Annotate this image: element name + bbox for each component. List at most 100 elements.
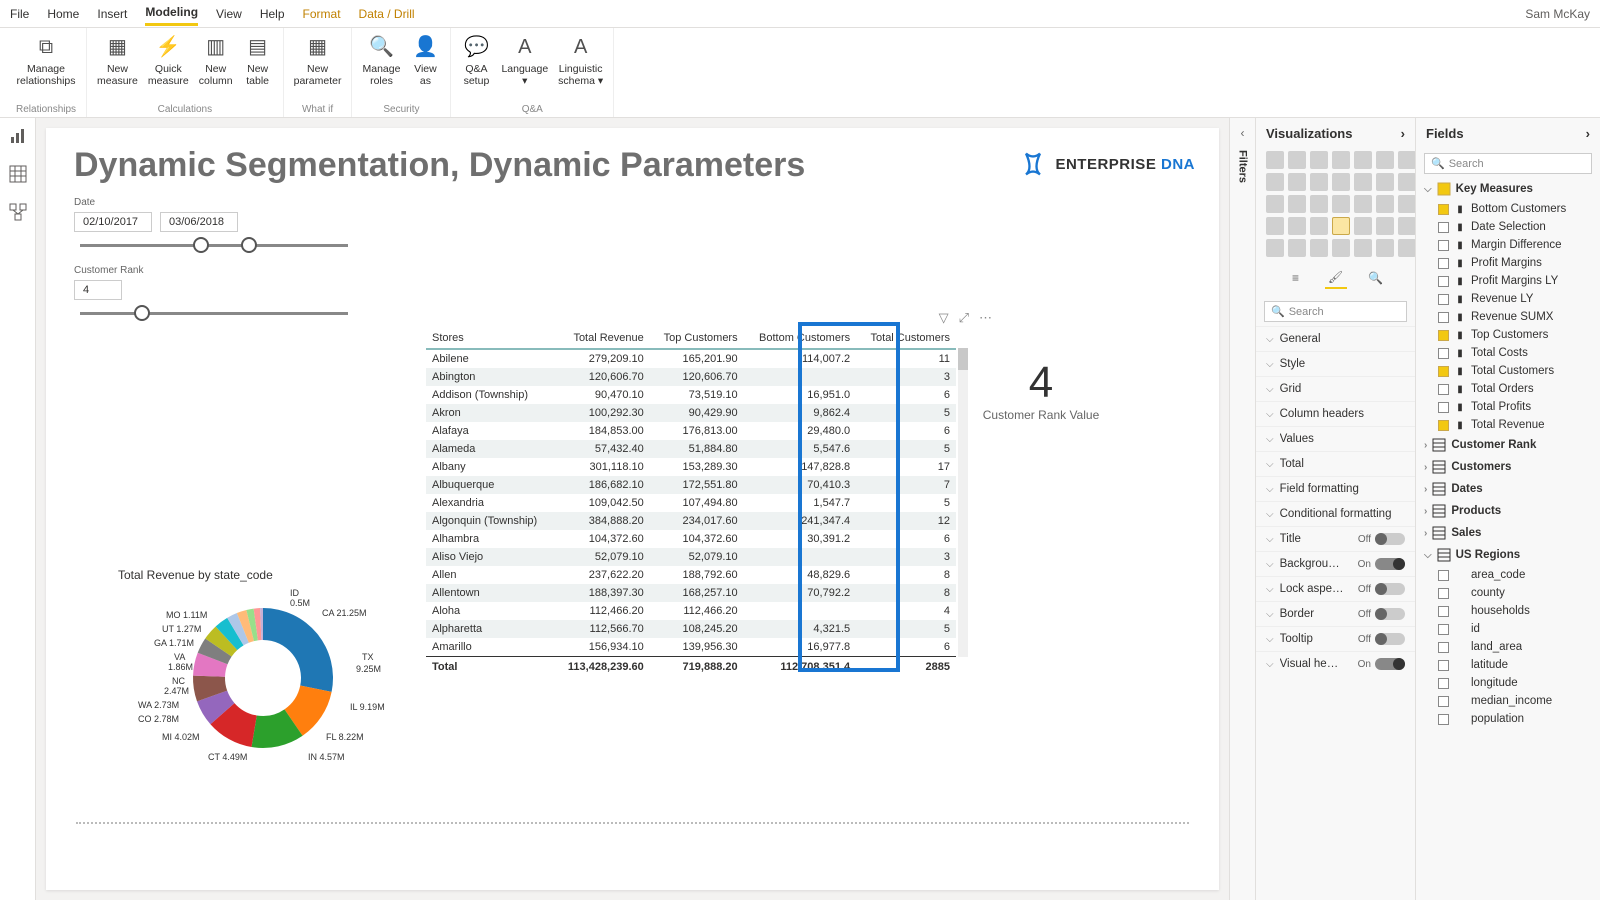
- field-checkbox[interactable]: [1438, 204, 1449, 215]
- field-total-costs[interactable]: ▮Total Costs: [1416, 344, 1600, 362]
- model-view-icon[interactable]: [8, 202, 28, 222]
- field-checkbox[interactable]: [1438, 222, 1449, 233]
- rank-range-track[interactable]: [80, 312, 348, 315]
- table-row[interactable]: Abilene279,209.10165,201.90114,007.211: [426, 349, 956, 368]
- table-scrollbar-thumb[interactable]: [958, 348, 968, 370]
- ribbon-manage[interactable]: ⧉Managerelationships: [17, 32, 76, 87]
- table-row[interactable]: Alexandria109,042.50107,494.801,547.75: [426, 494, 956, 512]
- field-checkbox[interactable]: [1438, 714, 1449, 725]
- field-total-orders[interactable]: ▮Total Orders: [1416, 380, 1600, 398]
- toggle-switch[interactable]: [1375, 658, 1405, 670]
- viz-type-16[interactable]: [1310, 195, 1328, 213]
- viz-type-20[interactable]: [1398, 195, 1416, 213]
- field-id[interactable]: id: [1416, 620, 1600, 638]
- ribbon-new[interactable]: ▤Newtable: [243, 32, 273, 87]
- field-group-products[interactable]: ›Products: [1416, 500, 1600, 522]
- table-row[interactable]: Akron100,292.3090,429.909,862.45: [426, 404, 956, 422]
- viz-type-13[interactable]: [1398, 173, 1416, 191]
- format-field-formatting[interactable]: ⌵Field formatting: [1256, 476, 1415, 501]
- field-checkbox[interactable]: [1438, 294, 1449, 305]
- ribbon-new[interactable]: ▥Newcolumn: [199, 32, 233, 87]
- filter-icon[interactable]: ▽: [939, 310, 949, 326]
- field-checkbox[interactable]: [1438, 642, 1449, 653]
- viz-type-11[interactable]: [1354, 173, 1372, 191]
- field-area_code[interactable]: area_code: [1416, 566, 1600, 584]
- format-grid[interactable]: ⌵Grid: [1256, 376, 1415, 401]
- viz-type-2[interactable]: [1310, 151, 1328, 169]
- menu-tab-help[interactable]: Help: [260, 3, 285, 25]
- field-top-customers[interactable]: ▮Top Customers: [1416, 326, 1600, 344]
- more-icon[interactable]: ⋯: [979, 310, 992, 326]
- menu-tab-data-drill[interactable]: Data / Drill: [359, 3, 415, 25]
- viz-type-31[interactable]: [1332, 239, 1350, 257]
- menu-tab-format[interactable]: Format: [303, 3, 341, 25]
- table-row[interactable]: Alhambra104,372.60104,372.6030,391.26: [426, 530, 956, 548]
- field-revenue-ly[interactable]: ▮Revenue LY: [1416, 290, 1600, 308]
- field-group-sales[interactable]: ›Sales: [1416, 522, 1600, 544]
- format-search[interactable]: 🔍 Search: [1264, 301, 1407, 322]
- table-row[interactable]: Albuquerque186,682.10172,551.8070,410.37: [426, 476, 956, 494]
- format-backgrou-[interactable]: ⌵Backgrou…On: [1256, 551, 1415, 576]
- format-visual-he-[interactable]: ⌵Visual he…On: [1256, 651, 1415, 676]
- viz-type-24[interactable]: [1332, 217, 1350, 235]
- donut-slice-CA[interactable]: [263, 608, 333, 692]
- field-profit-margins-ly[interactable]: ▮Profit Margins LY: [1416, 272, 1600, 290]
- viz-type-14[interactable]: [1266, 195, 1284, 213]
- date-range-handle-from[interactable]: [193, 237, 209, 253]
- viz-type-26[interactable]: [1376, 217, 1394, 235]
- viz-type-22[interactable]: [1288, 217, 1306, 235]
- field-checkbox[interactable]: [1438, 258, 1449, 269]
- table-row[interactable]: Aloha112,466.20112,466.204: [426, 602, 956, 620]
- field-group-us-regions[interactable]: ⌵US Regions: [1416, 544, 1600, 566]
- field-group-dates[interactable]: ›Dates: [1416, 478, 1600, 500]
- focus-icon[interactable]: ⤢: [959, 310, 969, 326]
- col-header[interactable]: Total Customers: [856, 328, 956, 349]
- viz-type-6[interactable]: [1398, 151, 1416, 169]
- field-group-customer-rank[interactable]: ›Customer Rank: [1416, 434, 1600, 456]
- report-canvas[interactable]: Dynamic Segmentation, Dynamic Parameters…: [46, 128, 1219, 890]
- viz-type-4[interactable]: [1354, 151, 1372, 169]
- field-median_income[interactable]: median_income: [1416, 692, 1600, 710]
- card-visual[interactable]: 4 Customer Rank Value: [976, 358, 1106, 422]
- table-row[interactable]: Algonquin (Township)384,888.20234,017.60…: [426, 512, 956, 530]
- viz-type-1[interactable]: [1288, 151, 1306, 169]
- table-row[interactable]: Allen237,622.20188,792.6048,829.68: [426, 566, 956, 584]
- viz-type-15[interactable]: [1288, 195, 1306, 213]
- format-tooltip[interactable]: ⌵TooltipOff: [1256, 626, 1415, 651]
- field-checkbox[interactable]: [1438, 384, 1449, 395]
- table-visual[interactable]: ▽ ⤢ ⋯ StoresTotal RevenueTop CustomersBo…: [426, 328, 956, 677]
- viz-type-29[interactable]: [1288, 239, 1306, 257]
- field-checkbox[interactable]: [1438, 624, 1449, 635]
- ribbon-language[interactable]: ALanguage▾: [501, 32, 548, 87]
- viz-type-30[interactable]: [1310, 239, 1328, 257]
- viz-type-34[interactable]: [1398, 239, 1416, 257]
- viz-type-33[interactable]: [1376, 239, 1394, 257]
- report-view-icon[interactable]: [8, 126, 28, 146]
- rank-range-handle[interactable]: [134, 305, 150, 321]
- col-header[interactable]: Top Customers: [650, 328, 744, 349]
- field-profit-margins[interactable]: ▮Profit Margins: [1416, 254, 1600, 272]
- field-latitude[interactable]: latitude: [1416, 656, 1600, 674]
- field-checkbox[interactable]: [1438, 348, 1449, 359]
- viz-type-28[interactable]: [1266, 239, 1284, 257]
- table-row[interactable]: Addison (Township)90,470.1073,519.1016,9…: [426, 386, 956, 404]
- menu-tab-file[interactable]: File: [10, 3, 29, 25]
- field-checkbox[interactable]: [1438, 402, 1449, 413]
- field-revenue-sumx[interactable]: ▮Revenue SUMX: [1416, 308, 1600, 326]
- fields-tab-icon[interactable]: ≡: [1285, 267, 1307, 289]
- field-county[interactable]: county: [1416, 584, 1600, 602]
- field-checkbox[interactable]: [1438, 330, 1449, 341]
- collapse-fields-icon[interactable]: ›: [1586, 126, 1590, 141]
- viz-type-21[interactable]: [1266, 217, 1284, 235]
- viz-type-19[interactable]: [1376, 195, 1394, 213]
- col-header[interactable]: Bottom Customers: [744, 328, 857, 349]
- field-margin-difference[interactable]: ▮Margin Difference: [1416, 236, 1600, 254]
- format-lock-aspe-[interactable]: ⌵Lock aspe…Off: [1256, 576, 1415, 601]
- field-checkbox[interactable]: [1438, 678, 1449, 689]
- viz-type-27[interactable]: [1398, 217, 1416, 235]
- table-row[interactable]: Albany301,118.10153,289.30147,828.817: [426, 458, 956, 476]
- format-title[interactable]: ⌵TitleOff: [1256, 526, 1415, 551]
- table-row[interactable]: Aliso Viejo52,079.1052,079.103: [426, 548, 956, 566]
- toggle-switch[interactable]: [1375, 583, 1405, 595]
- date-slicer[interactable]: Date 02/10/2017 03/06/2018: [74, 197, 354, 247]
